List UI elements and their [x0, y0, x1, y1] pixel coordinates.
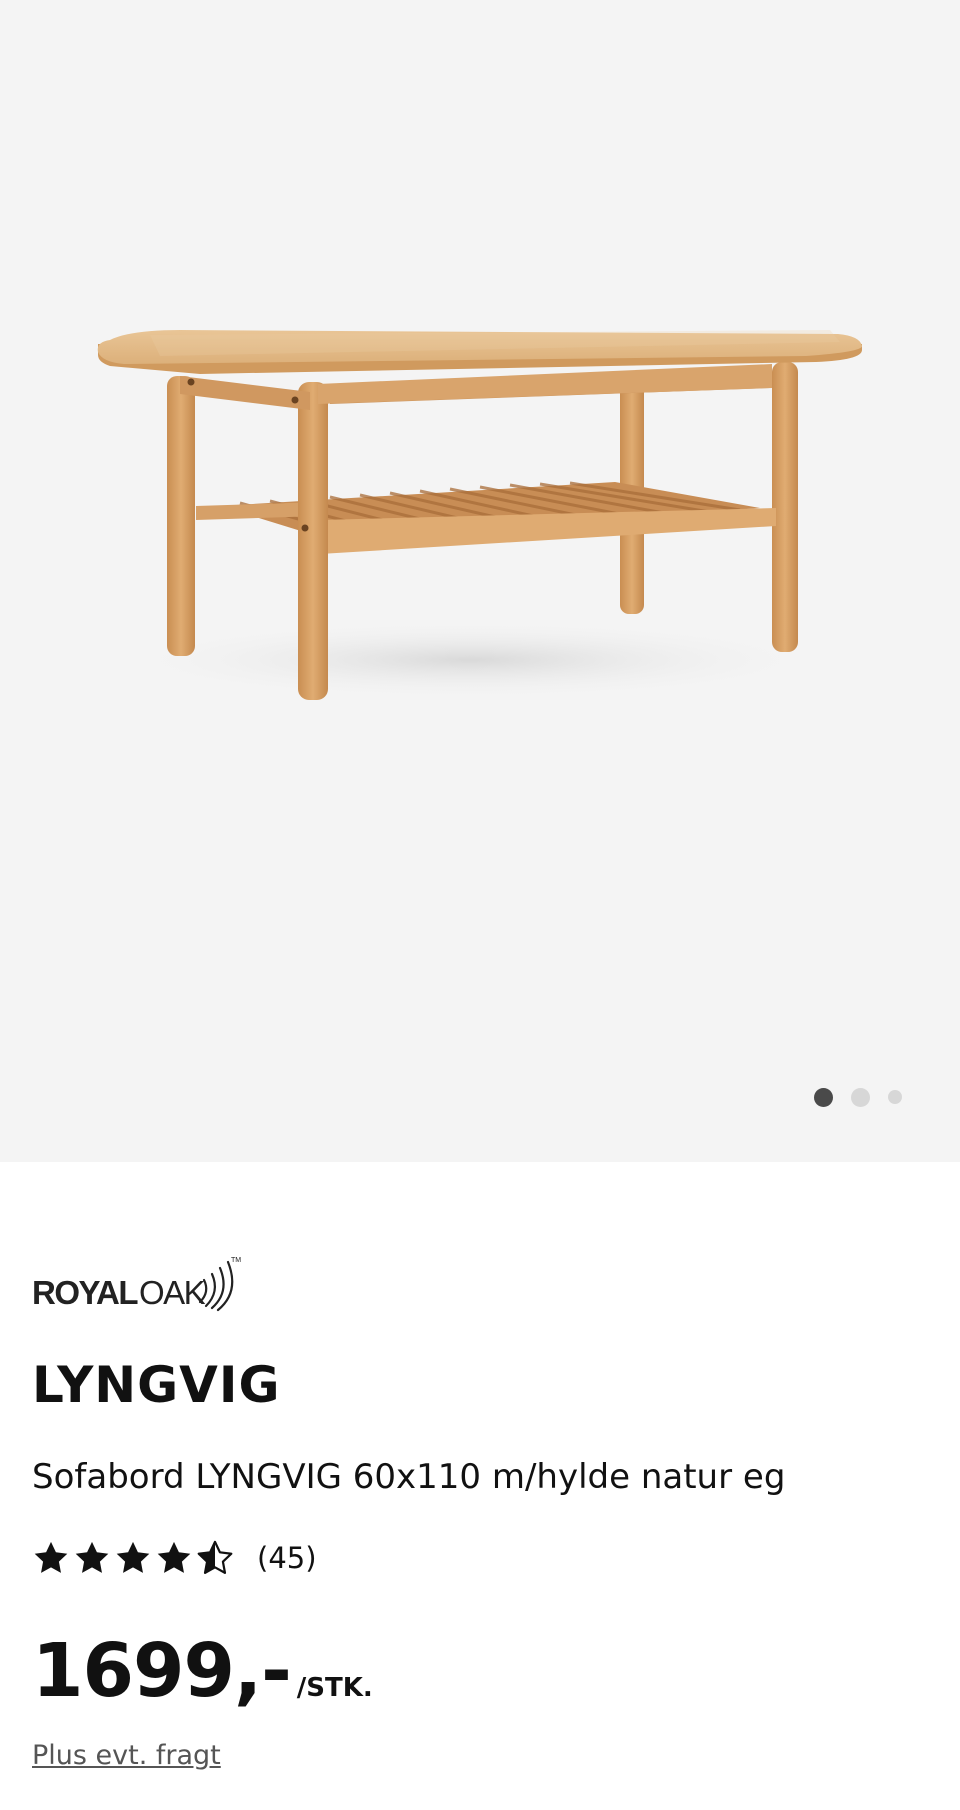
price-unit: /STK.	[296, 1673, 373, 1703]
gallery-dot-1[interactable]	[814, 1087, 833, 1107]
product-title: LYNGVIG	[32, 1356, 281, 1414]
brand-wave-icon	[198, 1260, 234, 1312]
price-row: 1699,- /STK.	[32, 1634, 373, 1708]
star-full-icon	[157, 1541, 191, 1573]
gallery-dot-3[interactable]	[888, 1090, 902, 1104]
brand-logo[interactable]: ROYAL OAK TM	[32, 1244, 242, 1314]
rating-stars[interactable]	[32, 1539, 237, 1577]
star-full-icon	[34, 1541, 68, 1573]
star-full-icon	[75, 1541, 109, 1573]
star-full-icon	[116, 1541, 150, 1573]
product-price: 1699,-	[32, 1628, 292, 1714]
product-page: ROYAL OAK TM LYNGVIG Sofabord LYNGVIG 60…	[0, 0, 960, 1810]
product-info: ROYAL OAK TM LYNGVIG Sofabord LYNGVIG 60…	[0, 1162, 960, 1810]
product-image-gallery[interactable]	[0, 0, 960, 1162]
brand-name-bold: ROYAL	[32, 1274, 138, 1311]
product-rating[interactable]: (45)	[32, 1538, 317, 1578]
product-image[interactable]	[0, 0, 960, 1162]
gallery-dot-2[interactable]	[851, 1087, 870, 1107]
trademark-mark: TM	[231, 1257, 241, 1264]
brand-name-light: OAK	[139, 1274, 206, 1311]
shipping-info-link[interactable]: Plus evt. fragt	[32, 1740, 221, 1771]
star-half-icon	[197, 1540, 233, 1574]
review-count[interactable]: (45)	[257, 1541, 317, 1575]
gallery-pagination	[814, 1087, 902, 1107]
product-subtitle: Sofabord LYNGVIG 60x110 m/hylde natur eg	[32, 1457, 786, 1497]
